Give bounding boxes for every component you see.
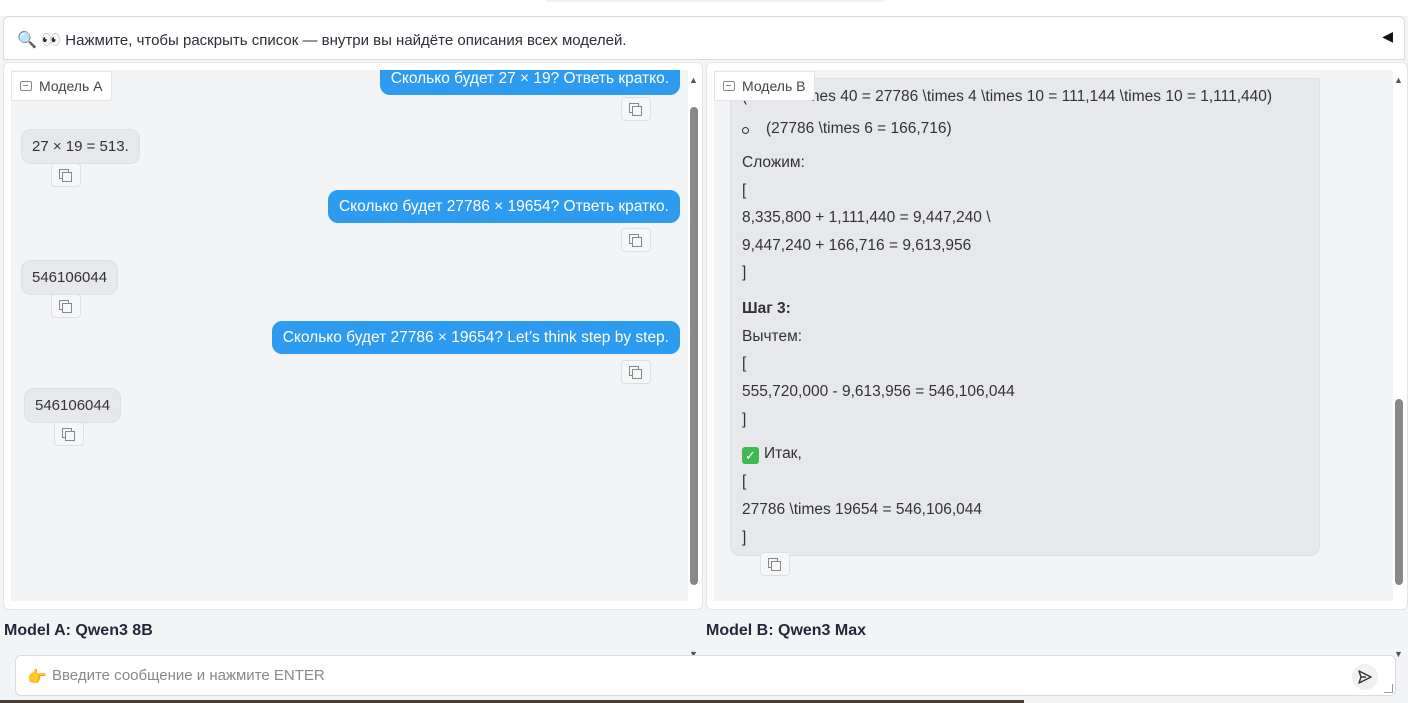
accordion-header[interactable]: 🔍 👀 Нажмите, чтобы раскрыть список — вну… xyxy=(17,30,627,50)
bracket-line: ] xyxy=(742,411,747,428)
model-b-name: Model B: Qwen3 Max xyxy=(706,622,867,639)
panel-label-text: Модель B xyxy=(742,78,806,94)
accordion-label: Нажмите, чтобы раскрыть список — внутри … xyxy=(65,31,627,49)
copy-icon[interactable] xyxy=(760,552,790,576)
scroll-up-arrow-icon[interactable]: ▲ xyxy=(1394,75,1403,85)
scroll-up-arrow-icon[interactable]: ▲ xyxy=(689,75,698,85)
math-line: (27786 \times 6 = 166,716) xyxy=(766,120,952,137)
copy-icon[interactable] xyxy=(621,360,651,384)
top-pill xyxy=(545,0,885,2)
chat-panel-a: Сколько будет 27 × 19? Ответь кратко. 27… xyxy=(3,62,703,659)
bot-message: 27 × 19 = 513. xyxy=(21,129,140,164)
bot-message: 546106044 xyxy=(21,260,119,295)
math-line: 9,447,240 + 166,716 = 9,613,956 xyxy=(742,237,972,254)
copy-icon[interactable] xyxy=(54,422,84,446)
conclusion-line: ✓ Итак, xyxy=(742,445,802,464)
bracket-line: [ xyxy=(742,182,747,199)
bracket-line: ] xyxy=(742,529,747,546)
step-heading: Шаг 3: xyxy=(742,300,791,317)
chat-icon xyxy=(723,81,735,91)
bot-message-b: (27786 \times 40 = 27786 \times 4 \times… xyxy=(730,78,1320,556)
scroll-thumb[interactable] xyxy=(690,107,698,585)
bracket-line: ] xyxy=(742,264,747,281)
text-line: Сложим: xyxy=(742,154,805,171)
check-mark-icon: ✓ xyxy=(742,447,759,464)
copy-icon[interactable] xyxy=(51,294,81,318)
chat-b-scroll-area[interactable]: (27786 \times 40 = 27786 \times 4 \times… xyxy=(714,70,1393,601)
panel-label-b: Модель B xyxy=(714,71,816,101)
conclusion-text: Итак, xyxy=(764,445,802,462)
text-line: Вычтем: xyxy=(742,328,803,345)
send-button[interactable] xyxy=(1352,664,1378,690)
scrollbar-a[interactable]: ▲ ▼ xyxy=(688,75,700,659)
math-line: (27786 \times 40 = 27786 \times 4 \times… xyxy=(742,88,1273,105)
magnifier-eyes-icon: 🔍 👀 xyxy=(17,32,62,49)
panel-label-text: Модель A xyxy=(39,78,103,94)
math-line: 27786 \times 19654 = 546,106,044 xyxy=(742,501,983,518)
chat-icon xyxy=(20,81,32,91)
user-message: Сколько будет 27786 × 19654? Let’s think… xyxy=(271,321,680,354)
scroll-thumb[interactable] xyxy=(1395,399,1403,585)
resize-handle-icon[interactable] xyxy=(1384,684,1393,693)
user-message: Сколько будет 27786 × 19654? Ответь крат… xyxy=(327,190,680,223)
user-message: Сколько будет 27 × 19? Ответь кратко. xyxy=(379,70,680,95)
models-accordion[interactable]: 🔍 👀 Нажмите, чтобы раскрыть список — вну… xyxy=(3,16,1405,60)
message-input[interactable]: 👉 Введите сообщение и нажмите ENTER xyxy=(15,655,1396,696)
model-a-name: Model A: Qwen3 8B xyxy=(4,622,153,639)
math-line: 555,720,000 - 9,613,956 = 546,106,044 xyxy=(742,383,1015,400)
scrollbar-b[interactable]: ▲ ▼ xyxy=(1393,75,1405,659)
chat-a-scroll-area[interactable]: Сколько будет 27 × 19? Ответь кратко. 27… xyxy=(11,70,688,601)
panel-label-a: Модель A xyxy=(11,71,113,101)
pointing-hand-icon: 👉 xyxy=(27,669,47,686)
bracket-line: [ xyxy=(742,355,747,372)
math-line: 8,335,800 + 1,111,440 = 9,447,240 \ xyxy=(742,209,991,226)
chat-panel-b: (27786 \times 40 = 27786 \times 4 \times… xyxy=(706,62,1408,659)
top-strip xyxy=(0,0,1408,16)
copy-icon[interactable] xyxy=(51,163,81,187)
message-placeholder: Введите сообщение и нажмите ENTER xyxy=(52,667,325,684)
copy-icon[interactable] xyxy=(621,97,651,121)
send-icon xyxy=(1358,670,1372,684)
list-bullet xyxy=(742,127,749,134)
bracket-line: [ xyxy=(742,473,747,490)
collapse-arrow-icon[interactable]: ◀ xyxy=(1382,28,1393,45)
copy-icon[interactable] xyxy=(621,228,651,252)
bot-message: 546106044 xyxy=(24,388,122,423)
